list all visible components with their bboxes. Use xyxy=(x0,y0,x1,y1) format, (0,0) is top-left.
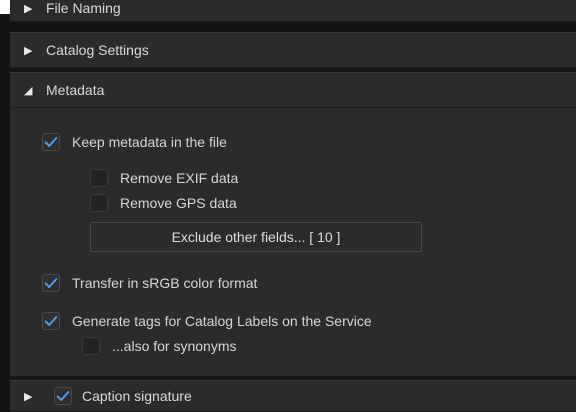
checkmark-icon xyxy=(44,278,58,288)
next-section-checkbox[interactable] xyxy=(54,387,72,405)
checkmark-icon xyxy=(44,137,58,147)
exclude-other-fields-button[interactable]: Exclude other fields... [ 10 ] xyxy=(90,222,422,252)
remove-exif-label: Remove EXIF data xyxy=(120,170,239,186)
section-header-metadata[interactable]: ◢ Metadata xyxy=(10,73,576,107)
section-file-naming[interactable]: ▶ File Naming xyxy=(10,0,576,22)
section-header-catalog-settings[interactable]: ▶ Catalog Settings xyxy=(10,33,576,67)
section-title: Metadata xyxy=(46,82,105,98)
triangle-right-icon: ▶ xyxy=(24,2,33,15)
triangle-down-icon: ◢ xyxy=(24,84,33,97)
remove-exif-row[interactable]: Remove EXIF data xyxy=(90,169,238,187)
section-next[interactable]: ▶ Caption signature xyxy=(10,380,576,412)
section-title: Caption signature xyxy=(82,388,192,404)
triangle-right-icon: ▶ xyxy=(24,44,33,57)
triangle-right-icon: ▶ xyxy=(24,390,33,403)
remove-gps-checkbox[interactable] xyxy=(90,194,108,212)
also-synonyms-label: ...also for synonyms xyxy=(112,338,237,354)
transfer-srgb-row[interactable]: Transfer in sRGB color format xyxy=(42,274,257,292)
transfer-srgb-checkbox[interactable] xyxy=(42,274,60,292)
remove-gps-row[interactable]: Remove GPS data xyxy=(90,194,237,212)
also-synonyms-checkbox[interactable] xyxy=(82,337,100,355)
generate-tags-checkbox[interactable] xyxy=(42,312,60,330)
section-header-file-naming[interactable]: ▶ File Naming xyxy=(10,0,576,21)
generate-tags-label: Generate tags for Catalog Labels on the … xyxy=(72,313,372,329)
remove-gps-label: Remove GPS data xyxy=(120,195,237,211)
checkmark-icon xyxy=(56,391,70,401)
section-metadata[interactable]: ◢ Metadata xyxy=(10,72,576,108)
keep-metadata-label: Keep metadata in the file xyxy=(72,134,227,150)
generate-tags-row[interactable]: Generate tags for Catalog Labels on the … xyxy=(42,312,372,330)
metadata-panel-body: Keep metadata in the file Remove EXIF da… xyxy=(10,108,576,376)
keep-metadata-checkbox[interactable] xyxy=(42,133,60,151)
section-title: File Naming xyxy=(46,0,121,16)
section-title: Catalog Settings xyxy=(46,42,149,58)
transfer-srgb-label: Transfer in sRGB color format xyxy=(72,275,258,291)
section-header-next[interactable]: ▶ Caption signature xyxy=(10,381,576,411)
also-synonyms-row[interactable]: ...also for synonyms xyxy=(82,337,237,355)
checkmark-icon xyxy=(44,316,58,326)
remove-exif-checkbox[interactable] xyxy=(90,169,108,187)
section-catalog-settings[interactable]: ▶ Catalog Settings xyxy=(10,32,576,68)
keep-metadata-row[interactable]: Keep metadata in the file xyxy=(42,133,227,151)
